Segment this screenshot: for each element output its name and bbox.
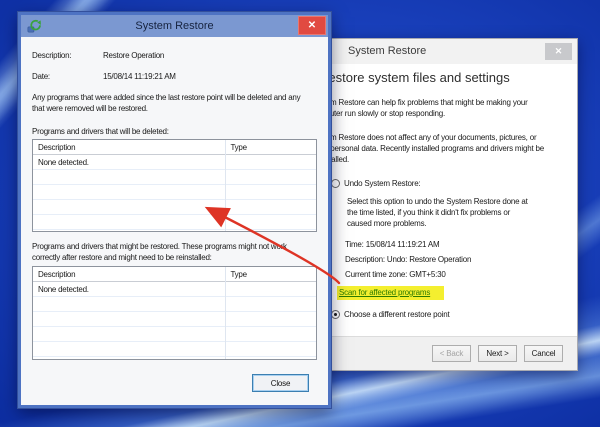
empty-row — [33, 342, 316, 357]
empty-row — [33, 170, 316, 185]
scan-for-affected-programs-link[interactable]: Scan for affected programs — [339, 288, 430, 297]
scan-link-highlight: Scan for affected programs — [337, 286, 445, 300]
radio-undo-label: Undo System Restore: — [344, 179, 421, 188]
restored-programs-list[interactable]: Description Type None detected. — [32, 266, 317, 360]
restore-description: Description: Undo: Restore Operation — [345, 255, 472, 264]
description-label: Description: — [32, 51, 72, 60]
list-item: None detected. — [33, 282, 316, 297]
close-icon[interactable]: ✕ — [298, 16, 326, 35]
back-button[interactable]: < Back — [432, 345, 471, 362]
column-divider — [225, 140, 227, 231]
system-restore-wizard-window: System Restore ✕ Restore system files an… — [296, 38, 578, 371]
cancel-button[interactable]: Cancel — [524, 345, 563, 362]
deleted-list-label: Programs and drivers that will be delete… — [32, 127, 169, 136]
date-value: 15/08/14 11:19:21 AM — [103, 72, 176, 81]
empty-row — [33, 185, 316, 200]
list-header[interactable]: Description Type — [33, 267, 316, 282]
column-description[interactable]: Description — [33, 267, 225, 281]
details-intro: Any programs that were added since the l… — [32, 93, 301, 113]
empty-row — [33, 327, 316, 342]
column-description[interactable]: Description — [33, 140, 225, 154]
date-label: Date: — [32, 72, 50, 81]
choose-different-restore-point-option[interactable]: Choose a different restore point — [331, 309, 563, 320]
column-divider — [225, 267, 227, 359]
wizard-heading: Restore system files and settings — [319, 70, 510, 85]
radio-choose-different-restore-point[interactable] — [331, 310, 340, 319]
restore-timezone: Current time zone: GMT+5:30 — [345, 270, 446, 279]
description-value: Restore Operation — [103, 51, 165, 60]
deleted-programs-list[interactable]: Description Type None detected. — [32, 139, 317, 232]
undo-system-restore-option[interactable]: Undo System Restore: — [331, 178, 563, 189]
restore-time: Time: 15/08/14 11:19:21 AM — [345, 240, 440, 249]
wizard-paragraph-2: System Restore does not affect any of yo… — [311, 133, 544, 164]
list-header[interactable]: Description Type — [33, 140, 316, 155]
wizard-footer: < Back Next > Cancel — [297, 336, 577, 370]
empty-row — [33, 215, 316, 230]
system-restore-details-window: System Restore ✕ Description: Restore Op… — [18, 12, 331, 408]
close-icon[interactable]: ✕ — [545, 43, 572, 60]
details-title: System Restore — [135, 20, 214, 32]
wizard-paragraph-1: System Restore can help fix problems tha… — [311, 98, 528, 118]
empty-row — [33, 200, 316, 215]
empty-row — [33, 312, 316, 327]
close-button[interactable]: Close — [252, 374, 309, 392]
wizard-title: System Restore — [348, 45, 427, 57]
wizard-titlebar[interactable]: System Restore ✕ — [297, 39, 577, 64]
radio-choose-label: Choose a different restore point — [344, 310, 450, 319]
list-item: None detected. — [33, 155, 316, 170]
column-type[interactable]: Type — [225, 267, 247, 281]
empty-row — [33, 297, 316, 312]
column-type[interactable]: Type — [225, 140, 247, 154]
system-restore-icon — [27, 19, 41, 33]
details-titlebar[interactable]: System Restore ✕ — [21, 15, 328, 37]
next-button[interactable]: Next > — [478, 345, 517, 362]
undo-description: Select this option to undo the System Re… — [347, 197, 528, 228]
radio-undo-system-restore[interactable] — [331, 179, 340, 188]
restored-list-label: Programs and drivers that might be resto… — [32, 242, 287, 262]
